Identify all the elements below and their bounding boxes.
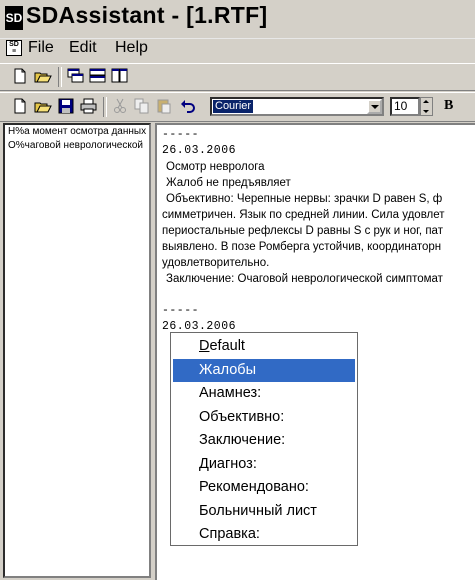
cascade-icon[interactable] [67, 68, 85, 86]
popup-item-default[interactable]: Default [173, 335, 355, 359]
bold-button[interactable]: B [444, 98, 453, 114]
copy-icon[interactable] [134, 98, 152, 116]
font-size-field[interactable]: 10 [390, 97, 420, 116]
cut-icon[interactable] [112, 98, 130, 116]
list-item[interactable]: О%чаговой неврологической [5, 139, 149, 153]
doc-line: симметричен. Язык по средней линии. Сила… [162, 209, 445, 221]
popup-item-label: D [199, 338, 210, 354]
undo-icon[interactable] [180, 98, 198, 116]
print-icon[interactable] [80, 98, 98, 116]
popup-item-anamnesis[interactable]: Анамнез: [173, 382, 355, 406]
popup-item-certificate[interactable]: Справка: [173, 523, 355, 547]
doc-line: периостальные рефлексы D равны S с рук и… [162, 225, 443, 237]
save-icon[interactable] [58, 98, 76, 116]
doc-line: выявлено. В позе Ромберга устойчив, коор… [162, 241, 442, 253]
doc-line: удовлетворительно. [162, 257, 270, 269]
doc-line: Объективно: Черепные нервы: зрачки D рав… [166, 193, 443, 205]
separator-line: ----- [162, 304, 200, 317]
doc-line: Жалоб не предъявляет [166, 177, 291, 189]
popup-item-objective[interactable]: Объективно: [173, 406, 355, 430]
doc-line: Заключение: Очаговой неврологической сим… [166, 273, 443, 285]
popup-item-sick-leave[interactable]: Больничный лист [173, 500, 355, 524]
tile-vertical-icon[interactable] [111, 68, 129, 86]
spin-up-icon[interactable] [423, 100, 429, 103]
document-system-icon[interactable]: SD ≡ [6, 40, 22, 56]
window-toolbar [0, 63, 475, 91]
window-title: SDAssistant - [1.RTF] [26, 2, 268, 28]
popup-item-complaints[interactable]: Жалобы [173, 358, 355, 382]
new-icon[interactable] [12, 68, 30, 86]
menu-edit[interactable]: Edit [67, 39, 99, 57]
open-icon[interactable] [34, 98, 52, 116]
insert-section-popup-menu: Default Жалобы Анамнез: Объективно: Закл… [170, 332, 358, 546]
list-item[interactable]: Н%а момент осмотра данных [5, 125, 149, 139]
toolbar-separator [58, 67, 62, 87]
chevron-down-icon[interactable] [367, 99, 382, 114]
popup-item-diagnosis[interactable]: Диагноз: [173, 453, 355, 477]
separator-line: ----- [162, 128, 200, 141]
doc-date: 26.03.2006 [162, 144, 237, 157]
open-icon[interactable] [34, 68, 52, 86]
menu-help[interactable]: Help [113, 39, 150, 57]
doc-heading: Осмотр невролога [166, 161, 265, 173]
font-name-value: Courier [213, 100, 254, 113]
spin-down-icon[interactable] [423, 110, 429, 113]
paste-icon[interactable] [156, 98, 174, 116]
toolbar-separator [103, 97, 107, 117]
font-name-select[interactable]: Courier [210, 97, 384, 116]
menu-file[interactable]: File [26, 39, 56, 57]
popup-item-conclusion[interactable]: Заключение: [173, 429, 355, 453]
template-list-pane[interactable]: Н%а момент осмотра данных О%чаговой невр… [3, 123, 151, 578]
popup-item-label: efault [209, 338, 245, 354]
menu-bar: SD ≡ File Edit Help [0, 38, 475, 60]
popup-item-recommended[interactable]: Рекомендовано: [173, 476, 355, 500]
tile-horizontal-icon[interactable] [89, 68, 107, 86]
title-bar: SD SDAssistant - [1.RTF] [0, 0, 475, 39]
font-size-spinner[interactable] [420, 97, 433, 116]
app-logo: SD [5, 6, 23, 30]
new-icon[interactable] [12, 98, 30, 116]
format-toolbar: Courier 10 B [0, 92, 475, 122]
